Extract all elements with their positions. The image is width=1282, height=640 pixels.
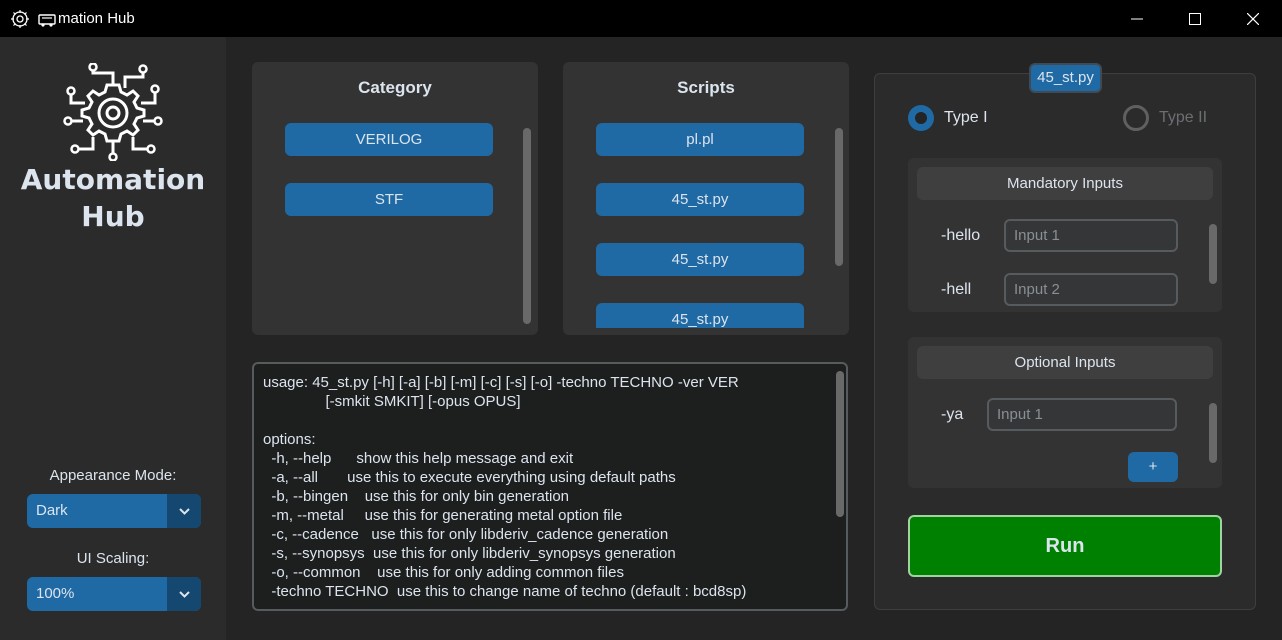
minimize-icon: [1131, 18, 1143, 19]
help-text: usage: 45_st.py [-h] [-a] [-b] [-m] [-c]…: [263, 374, 747, 600]
brand-title: Automation Hub: [0, 161, 226, 235]
arg-input-hell[interactable]: Input 2: [1004, 273, 1178, 306]
maximize-icon: [1189, 12, 1201, 25]
scripts-frame: Scripts pl.pl 45_st.py 45_st.py 45_st.py: [563, 62, 849, 335]
chevron-down-icon: [178, 590, 190, 598]
arg-label-hello: -hello: [941, 227, 981, 244]
mandatory-scrollbar[interactable]: [1209, 224, 1217, 284]
app-truncated-icon: [38, 14, 56, 27]
brand-line-2: Hub: [81, 200, 145, 233]
category-frame: Category VERILOG STF: [252, 62, 538, 335]
close-icon: [1247, 12, 1259, 25]
arg-input-hello[interactable]: Input 1: [1004, 219, 1178, 252]
optional-inputs-header: Optional Inputs: [917, 346, 1213, 379]
arg-input-ya[interactable]: Input 1: [987, 398, 1177, 431]
mandatory-inputs-frame: Mandatory Inputs -hello Input 1 -hell In…: [908, 158, 1222, 312]
maximize-button[interactable]: [1166, 0, 1224, 37]
sidebar: Automation Hub Appearance Mode: Dark UI …: [0, 37, 226, 640]
mandatory-inputs-header: Mandatory Inputs: [917, 167, 1213, 200]
type1-radio[interactable]: [908, 105, 934, 131]
brand-line-1: Automation: [20, 163, 206, 196]
ui-scaling-value: 100%: [36, 585, 75, 602]
chevron-down-icon: [178, 507, 190, 515]
add-optional-button[interactable]: +: [1128, 452, 1178, 482]
close-button[interactable]: [1224, 0, 1282, 37]
help-scrollbar[interactable]: [836, 371, 844, 517]
appearance-dropdown-arrow[interactable]: [167, 494, 201, 528]
help-textbox[interactable]: usage: 45_st.py [-h] [-a] [-b] [-m] [-c]…: [252, 362, 848, 611]
type2-label[interactable]: Type II: [1159, 109, 1207, 127]
selected-script-label: 45_st.py: [1029, 63, 1102, 93]
appearance-mode-label: Appearance Mode:: [49, 467, 177, 484]
optional-scrollbar[interactable]: [1209, 403, 1217, 463]
run-button[interactable]: Run: [908, 515, 1222, 577]
ui-scaling-label: UI Scaling:: [76, 550, 150, 567]
ui-scaling-dropdown[interactable]: 100%: [27, 577, 201, 611]
script-item[interactable]: pl.pl: [596, 123, 804, 156]
scripts-list: pl.pl 45_st.py 45_st.py 45_st.py: [563, 62, 849, 328]
app-gear-icon: [11, 10, 29, 28]
minimize-button[interactable]: [1108, 0, 1166, 37]
radio-dot: [915, 112, 927, 124]
scripts-scrollbar[interactable]: [835, 128, 843, 266]
script-item[interactable]: 45_st.py: [596, 303, 804, 328]
script-item[interactable]: 45_st.py: [596, 183, 804, 216]
category-item-stf[interactable]: STF: [285, 183, 493, 216]
arg-label-hell: -hell: [941, 281, 972, 298]
script-item[interactable]: 45_st.py: [596, 243, 804, 276]
category-scrollbar[interactable]: [523, 128, 531, 324]
category-title: Category: [358, 78, 432, 97]
title-bar: mation Hub: [0, 0, 1282, 37]
appearance-mode-dropdown[interactable]: Dark: [27, 494, 201, 528]
window-title: mation Hub: [58, 10, 135, 27]
type2-radio[interactable]: [1123, 105, 1149, 131]
category-item-verilog[interactable]: VERILOG: [285, 123, 493, 156]
arg-label-ya: -ya: [941, 406, 964, 423]
automation-logo-icon: [63, 63, 163, 161]
scaling-dropdown-arrow[interactable]: [167, 577, 201, 611]
type1-label[interactable]: Type I: [944, 109, 988, 127]
appearance-mode-value: Dark: [36, 502, 68, 519]
